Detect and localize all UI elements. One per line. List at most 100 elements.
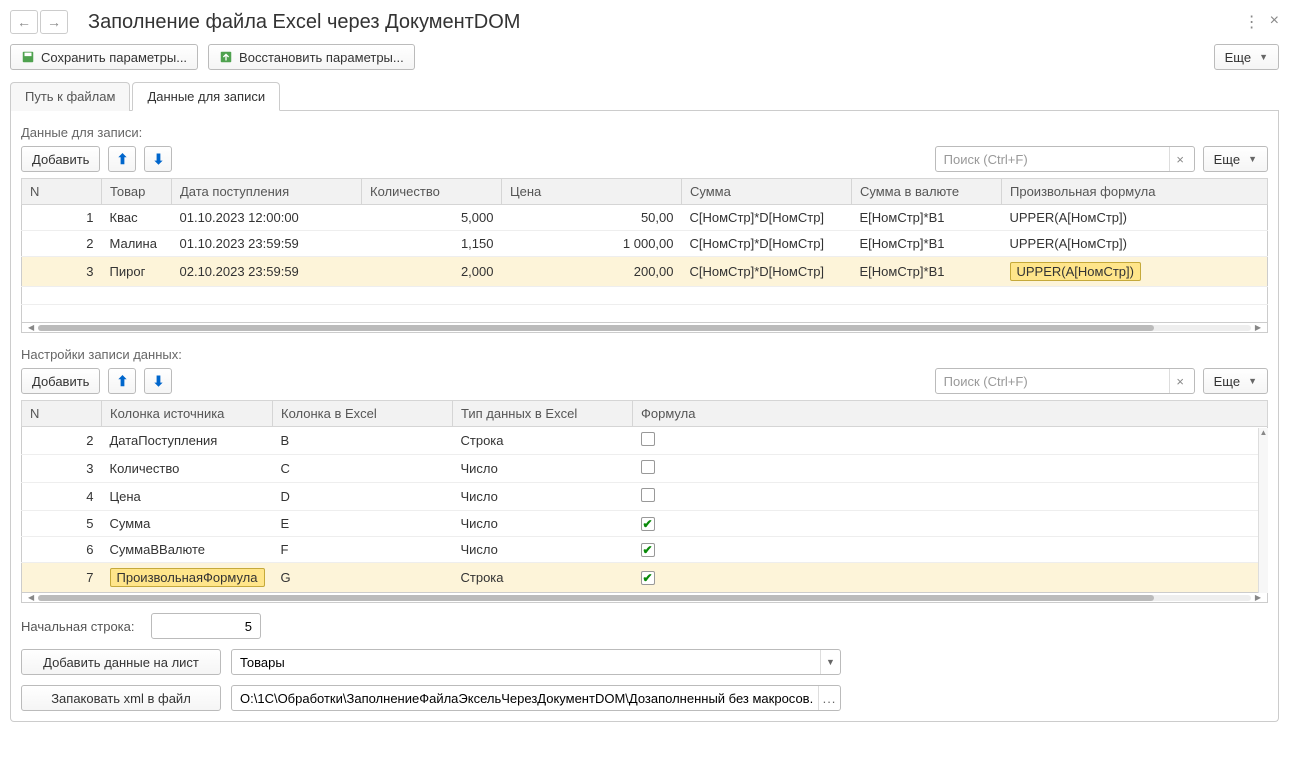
cell-date[interactable]: 02.10.2023 23:59:59: [172, 257, 362, 287]
scol-src[interactable]: Колонка источника: [102, 401, 273, 427]
cell-type[interactable]: Число: [453, 455, 633, 483]
formula-checkbox[interactable]: [641, 488, 655, 502]
tab-data[interactable]: Данные для записи: [132, 82, 280, 111]
table-row[interactable]: 3КоличествоCЧисло: [22, 455, 1268, 483]
cell-n[interactable]: 3: [22, 455, 102, 483]
cell-sumcur[interactable]: E[НомСтр]*B1: [852, 257, 1002, 287]
nav-forward-button[interactable]: →: [40, 10, 68, 34]
cell-qty[interactable]: 5,000: [362, 205, 502, 231]
col-sum[interactable]: Сумма: [682, 179, 852, 205]
more-button-top[interactable]: Еще ▼: [1214, 44, 1279, 70]
settings-vscroll[interactable]: ▲: [1258, 428, 1268, 593]
cell-date[interactable]: 01.10.2023 23:59:59: [172, 231, 362, 257]
cell-type[interactable]: Число: [453, 537, 633, 563]
pack-xml-button[interactable]: Запаковать xml в файл: [21, 685, 221, 711]
table-row[interactable]: 2Малина01.10.2023 23:59:591,1501 000,00C…: [22, 231, 1268, 257]
cell-date[interactable]: 01.10.2023 12:00:00: [172, 205, 362, 231]
file-path-input[interactable]: [231, 685, 841, 711]
col-product[interactable]: Товар: [102, 179, 172, 205]
tab-path[interactable]: Путь к файлам: [10, 82, 130, 111]
table-row[interactable]: 3Пирог02.10.2023 23:59:592,000200,00C[Но…: [22, 257, 1268, 287]
cell-n[interactable]: 7: [22, 563, 102, 593]
data-hscroll[interactable]: ◀ ▶: [21, 323, 1268, 333]
cell-sum[interactable]: C[НомСтр]*D[НомСтр]: [682, 205, 852, 231]
cell-n[interactable]: 6: [22, 537, 102, 563]
cell-formula[interactable]: UPPER(A[НомСтр]): [1002, 205, 1268, 231]
data-more-button[interactable]: Еще ▼: [1203, 146, 1268, 172]
cell-formula[interactable]: UPPER(A[НомСтр]): [1002, 231, 1268, 257]
cell-n[interactable]: 3: [22, 257, 102, 287]
cell-price[interactable]: 200,00: [502, 257, 682, 287]
cell-qty[interactable]: 1,150: [362, 231, 502, 257]
cell-sumcur[interactable]: E[НомСтр]*B1: [852, 231, 1002, 257]
sheet-dropdown-icon[interactable]: ▼: [820, 650, 840, 674]
settings-search-clear-icon[interactable]: ×: [1169, 369, 1191, 393]
cell-excel[interactable]: C: [273, 455, 453, 483]
formula-checkbox[interactable]: [641, 460, 655, 474]
cell-type[interactable]: Число: [453, 483, 633, 511]
formula-checkbox[interactable]: ✔: [641, 517, 655, 531]
cell-formula[interactable]: UPPER(A[НомСтр]): [1010, 262, 1141, 281]
cell-n[interactable]: 4: [22, 483, 102, 511]
data-move-up-button[interactable]: ⬆: [108, 146, 136, 172]
scol-excel[interactable]: Колонка в Excel: [273, 401, 453, 427]
scol-n[interactable]: N: [22, 401, 102, 427]
table-row[interactable]: 5СуммаEЧисло✔: [22, 511, 1268, 537]
cell-excel[interactable]: F: [273, 537, 453, 563]
cell-product[interactable]: Пирог: [102, 257, 172, 287]
cell-n[interactable]: 1: [22, 205, 102, 231]
cell-excel[interactable]: B: [273, 427, 453, 455]
formula-checkbox[interactable]: [641, 432, 655, 446]
start-row-input[interactable]: [151, 613, 261, 639]
data-search-input[interactable]: [935, 146, 1195, 172]
kebab-icon[interactable]: ⋮: [1244, 12, 1260, 32]
col-sum-cur[interactable]: Сумма в валюте: [852, 179, 1002, 205]
add-to-sheet-button[interactable]: Добавить данные на лист: [21, 649, 221, 675]
cell-n[interactable]: 2: [22, 231, 102, 257]
table-row[interactable]: 6СуммаВВалютеFЧисло ✔: [22, 537, 1268, 563]
cell-src[interactable]: Цена: [102, 483, 273, 511]
cell-excel[interactable]: D: [273, 483, 453, 511]
cell-sum[interactable]: C[НомСтр]*D[НомСтр]: [682, 257, 852, 287]
data-move-down-button[interactable]: ⬇: [144, 146, 172, 172]
col-formula[interactable]: Произвольная формула: [1002, 179, 1268, 205]
table-row[interactable]: 4ЦенаDЧисло: [22, 483, 1268, 511]
data-add-button[interactable]: Добавить: [21, 146, 100, 172]
settings-more-button[interactable]: Еще ▼: [1203, 368, 1268, 394]
nav-back-button[interactable]: ←: [10, 10, 38, 34]
col-date[interactable]: Дата поступления: [172, 179, 362, 205]
formula-checkbox[interactable]: ✔: [641, 571, 655, 585]
cell-src[interactable]: Количество: [102, 455, 273, 483]
cell-price[interactable]: 1 000,00: [502, 231, 682, 257]
close-icon[interactable]: ×: [1270, 12, 1279, 32]
cell-sum[interactable]: C[НомСтр]*D[НомСтр]: [682, 231, 852, 257]
settings-add-button[interactable]: Добавить: [21, 368, 100, 394]
cell-type[interactable]: Строка: [453, 563, 633, 593]
file-browse-icon[interactable]: ...: [818, 686, 840, 710]
cell-src[interactable]: ПроизвольнаяФормула: [110, 568, 265, 587]
col-n[interactable]: N: [22, 179, 102, 205]
cell-src[interactable]: Сумма: [102, 511, 273, 537]
settings-hscroll[interactable]: ◀ ▶: [21, 593, 1268, 603]
cell-src[interactable]: СуммаВВалюте: [102, 537, 273, 563]
col-qty[interactable]: Количество: [362, 179, 502, 205]
col-price[interactable]: Цена: [502, 179, 682, 205]
data-table[interactable]: N Товар Дата поступления Количество Цена…: [21, 178, 1268, 323]
cell-type[interactable]: Строка: [453, 427, 633, 455]
cell-src[interactable]: ДатаПоступления: [102, 427, 273, 455]
save-params-button[interactable]: Сохранить параметры...: [10, 44, 198, 70]
scol-type[interactable]: Тип данных в Excel: [453, 401, 633, 427]
cell-n[interactable]: 2: [22, 427, 102, 455]
sheet-name-input[interactable]: [231, 649, 841, 675]
settings-move-down-button[interactable]: ⬇: [144, 368, 172, 394]
data-search-clear-icon[interactable]: ×: [1169, 147, 1191, 171]
formula-checkbox[interactable]: ✔: [641, 543, 655, 557]
cell-price[interactable]: 50,00: [502, 205, 682, 231]
table-row[interactable]: 2ДатаПоступленияBСтрока: [22, 427, 1268, 455]
scol-formula[interactable]: Формула: [633, 401, 1268, 427]
cell-product[interactable]: Малина: [102, 231, 172, 257]
settings-move-up-button[interactable]: ⬆: [108, 368, 136, 394]
restore-params-button[interactable]: Восстановить параметры...: [208, 44, 415, 70]
cell-sumcur[interactable]: E[НомСтр]*B1: [852, 205, 1002, 231]
cell-type[interactable]: Число: [453, 511, 633, 537]
